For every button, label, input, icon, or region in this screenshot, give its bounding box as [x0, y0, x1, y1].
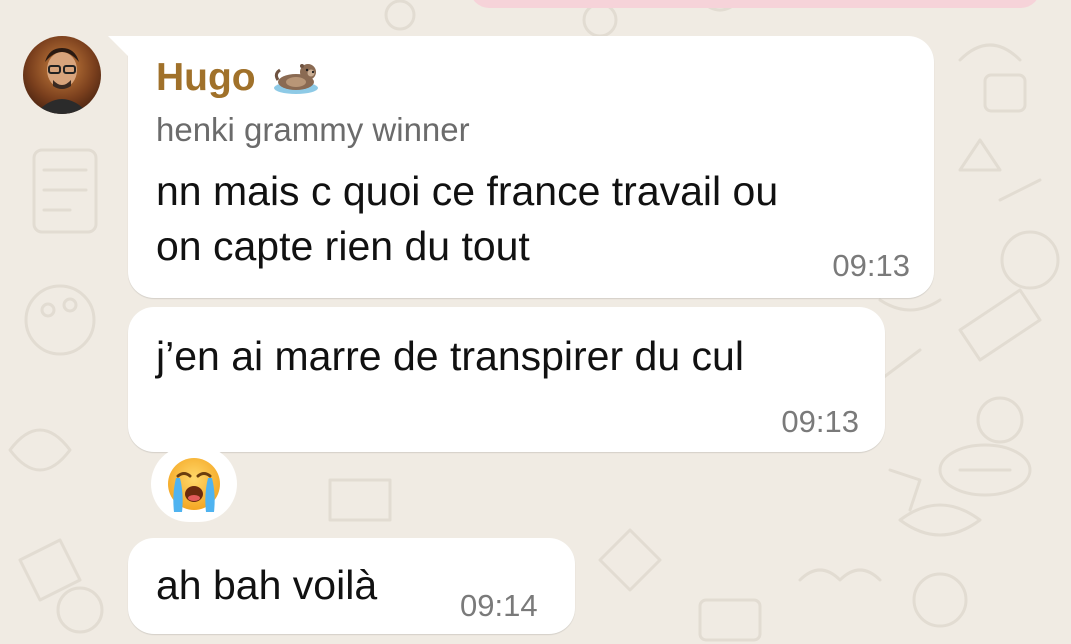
message-text-line: ah bah voilà	[156, 562, 378, 608]
message-bubble[interactable]: Hugo henki grammy winner nn mais c quoi …	[108, 36, 934, 298]
sender-name[interactable]: Hugo	[156, 56, 256, 100]
message-text-line: j’en ai marre de transpirer du cul	[156, 333, 744, 379]
bubble-tail	[108, 36, 130, 58]
sender-subtitle: henki grammy winner	[156, 111, 470, 148]
message-bubble[interactable]: j’en ai marre de transpirer du cul 09:13	[128, 307, 885, 452]
message-timestamp: 09:14	[460, 588, 538, 623]
reaction-bubble[interactable]	[151, 446, 237, 522]
message-text-line: on capte rien du tout	[156, 223, 530, 269]
message-bubble[interactable]: ah bah voilà 09:14	[128, 538, 575, 634]
message-timestamp: 09:13	[832, 248, 910, 283]
avatar-photo	[23, 36, 101, 114]
message-text-line: nn mais c quoi ce france travail ou	[156, 168, 779, 214]
previous-message-bubble	[470, 0, 1040, 8]
otter-emoji-icon	[274, 64, 318, 94]
loudly-crying-face-icon	[168, 458, 220, 512]
sender-avatar[interactable]	[23, 36, 101, 114]
message-timestamp: 09:13	[781, 404, 859, 439]
